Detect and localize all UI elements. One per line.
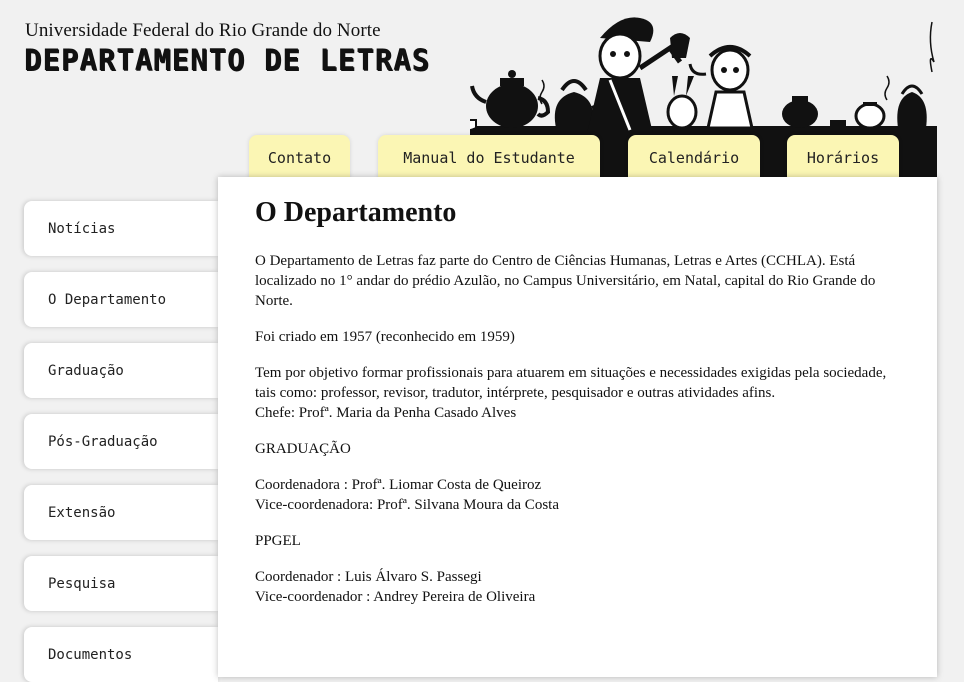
rabbit-icon xyxy=(666,76,698,130)
university-name: Universidade Federal do Rio Grande do No… xyxy=(25,20,381,41)
sidebar-item-label: Pesquisa xyxy=(48,575,116,592)
objective-text: Tem por objetivo formar profissionais pa… xyxy=(255,365,887,401)
intro-paragraph: O Departamento de Letras faz parte do Ce… xyxy=(255,253,876,309)
tab-calendario[interactable]: Calendário xyxy=(628,135,760,179)
kettle-icon xyxy=(897,84,927,128)
tab-label: Horários xyxy=(806,149,880,167)
sidebar-item-label: Extensão xyxy=(48,504,116,521)
article: O Departamento O Departamento de Letras … xyxy=(255,195,905,623)
founded-paragraph: Foi criado em 1957 (reconhecido em 1959) xyxy=(255,329,515,345)
teapot-icon xyxy=(854,102,886,130)
ppgel-vice-coordinator: Vice-coordenador : Andrey Pereira de Oli… xyxy=(255,589,536,605)
teapot-icon xyxy=(782,96,818,128)
objective-paragraph: Tem por objetivo formar profissionais pa… xyxy=(255,363,905,423)
tab-label: Calendário xyxy=(648,149,740,167)
sidebar-item-label: Documentos xyxy=(48,646,133,663)
chefe-text: Chefe: Profª. Maria da Penha Casado Alve… xyxy=(255,405,517,421)
graduacao-coordination: Coordenadora : Profª. Liomar Costa de Qu… xyxy=(255,475,905,515)
sidebar-item-label: O Departamento xyxy=(48,291,167,308)
sidebar-item-pos-graduacao[interactable]: Pós-Graduação xyxy=(24,414,218,469)
tab-label: Manual do Estudante xyxy=(403,149,575,167)
sidebar-item-pesquisa[interactable]: Pesquisa xyxy=(24,556,218,611)
sidebar-item-extensao[interactable]: Extensão xyxy=(24,485,218,540)
department-title[interactable]: DEPARTAMENTO DE LETRAS xyxy=(24,43,430,77)
sidebar-item-label: Notícias xyxy=(48,220,116,237)
cup-icon xyxy=(470,119,477,132)
tab-label: Contato xyxy=(267,149,332,167)
tab-contato[interactable]: Contato xyxy=(249,135,350,179)
cup-icon xyxy=(830,120,846,130)
sidebar-item-documentos[interactable]: Documentos xyxy=(24,627,218,682)
sidebar-item-label: Graduação xyxy=(48,362,124,379)
ppgel-coordinator: Coordenador : Luis Álvaro S. Passegi xyxy=(255,569,482,585)
ppgel-heading: PPGEL xyxy=(255,533,301,549)
sidebar-item-o-departamento[interactable]: O Departamento xyxy=(24,272,218,327)
tab-manual-do-estudante[interactable]: Manual do Estudante xyxy=(378,135,600,179)
sidebar-item-graduacao[interactable]: Graduação xyxy=(24,343,218,398)
ppgel-coordination: Coordenador : Luis Álvaro S. Passegi Vic… xyxy=(255,567,905,607)
graduacao-heading: GRADUAÇÃO xyxy=(255,441,351,457)
tab-horarios[interactable]: Horários xyxy=(787,135,899,179)
grad-coordinator: Coordenadora : Profª. Liomar Costa de Qu… xyxy=(255,477,542,493)
grad-vice-coordinator: Vice-coordenadora: Profª. Silvana Moura … xyxy=(255,497,559,513)
sidebar-item-noticias[interactable]: Notícias xyxy=(24,201,218,256)
sidebar-item-label: Pós-Graduação xyxy=(48,433,158,450)
content-panel: O Departamento O Departamento de Letras … xyxy=(218,177,937,677)
teapot-icon xyxy=(470,70,551,128)
character-illustration xyxy=(688,45,754,130)
page-title: O Departamento xyxy=(255,197,457,228)
